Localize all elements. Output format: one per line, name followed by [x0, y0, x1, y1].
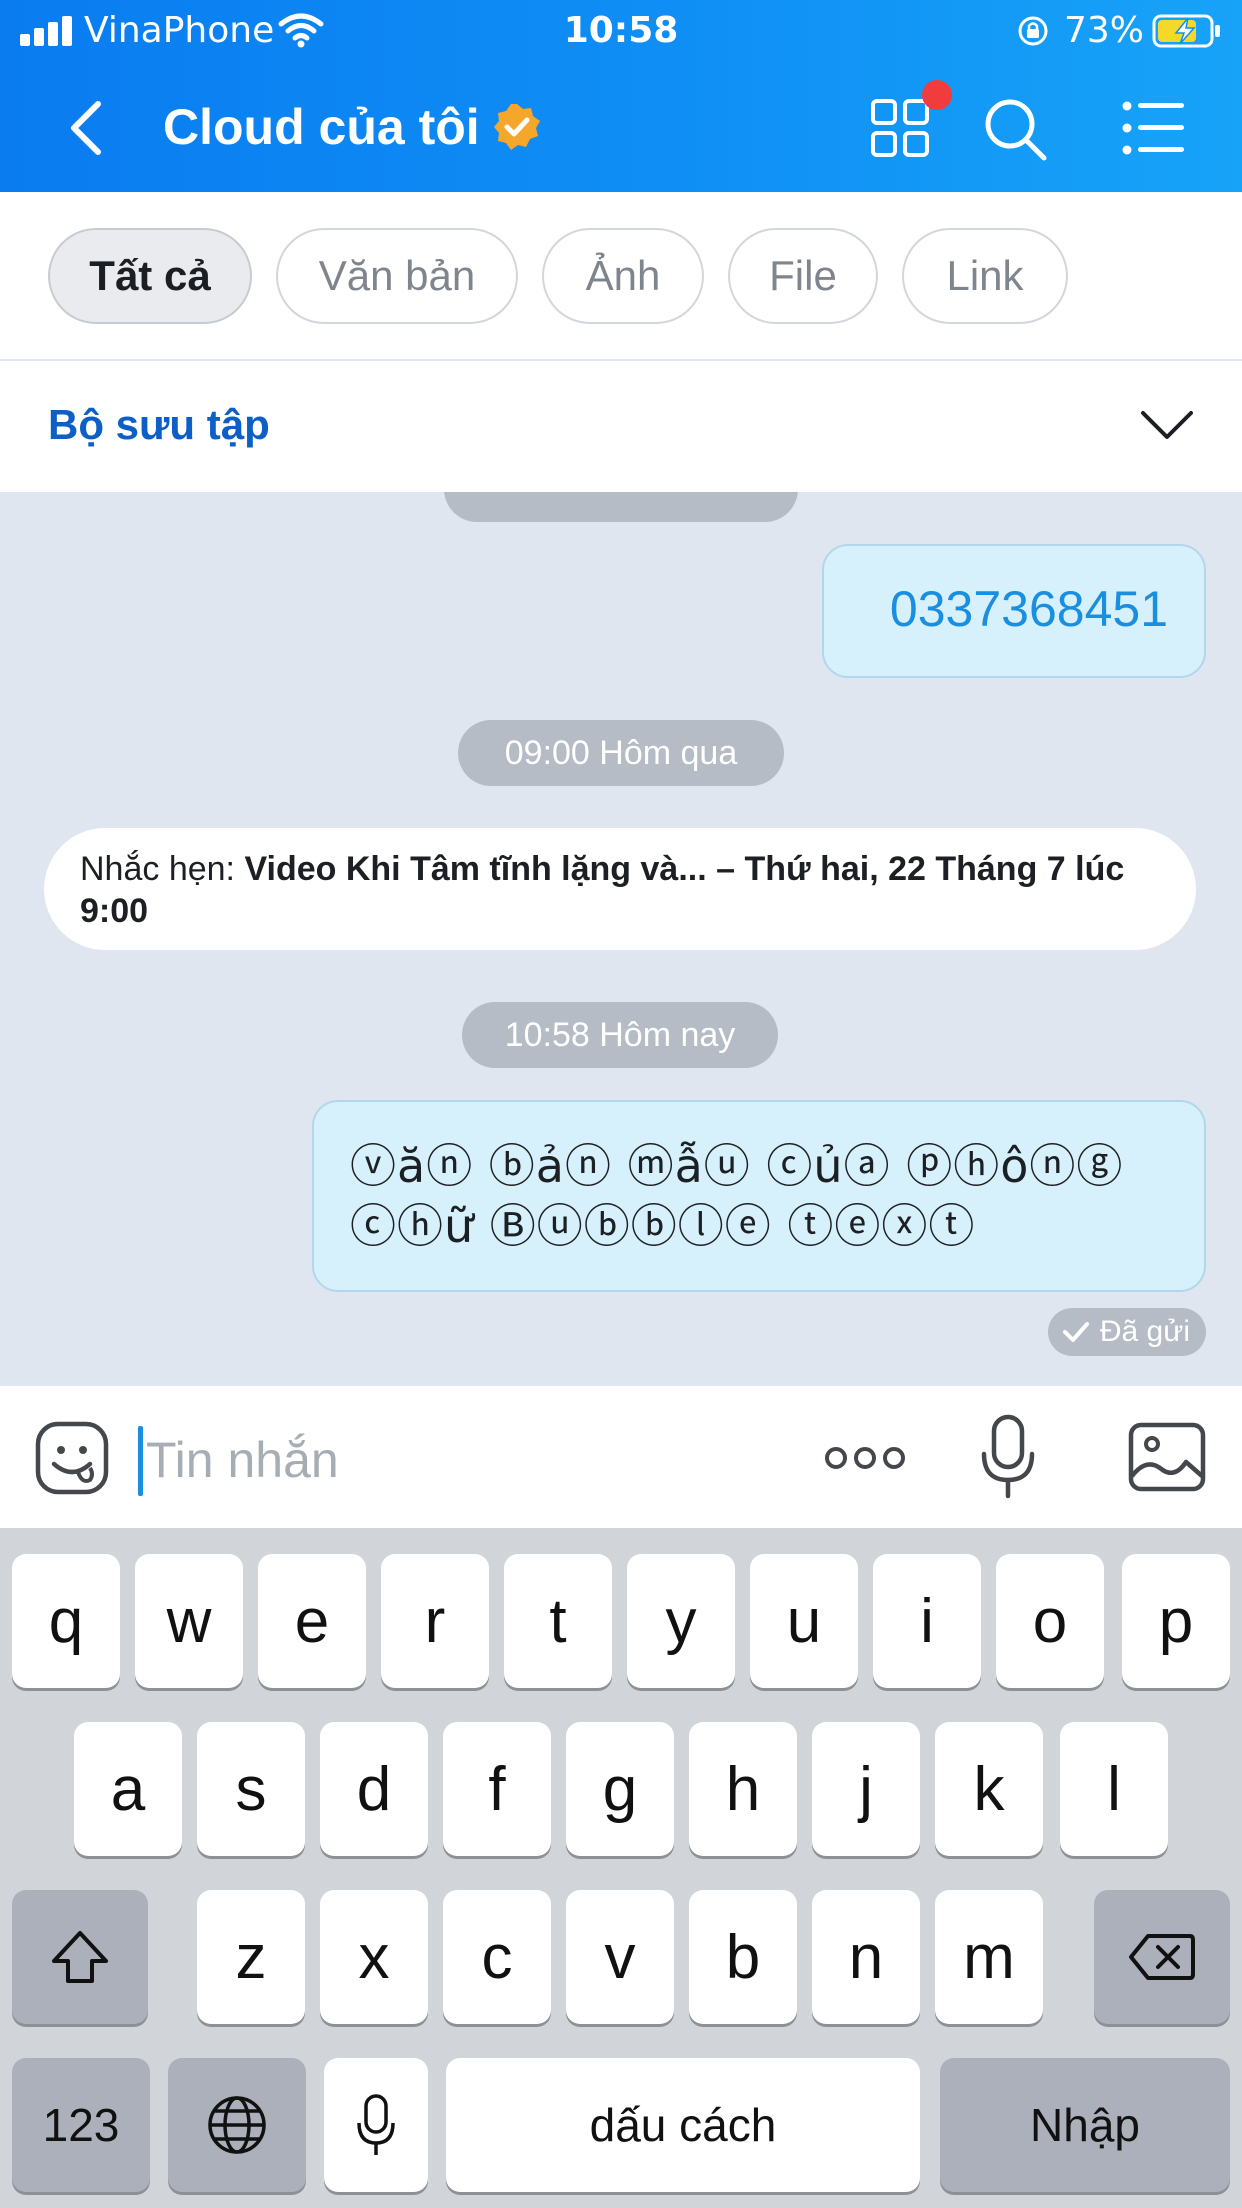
sent-status-badge: Đã gửi [1047, 1308, 1206, 1356]
image-icon[interactable] [1128, 1422, 1206, 1492]
filter-chip-text[interactable]: Văn bản [276, 228, 518, 324]
sent-status-label: Đã gửi [1099, 1315, 1190, 1348]
chevron-down-icon[interactable] [1140, 405, 1194, 445]
key-r[interactable]: r [381, 1554, 489, 1688]
key-i[interactable]: i [873, 1554, 981, 1688]
microphone-icon [357, 2094, 395, 2155]
more-options-icon[interactable] [824, 1440, 906, 1476]
key-u[interactable]: u [750, 1554, 858, 1688]
backspace-icon [1129, 1934, 1195, 1980]
rotation-lock-icon [1018, 16, 1048, 46]
back-arrow-icon[interactable] [62, 98, 112, 158]
keyboard: q w e r t y u i o p a s d f g h j k l z … [0, 1528, 1242, 2208]
phone-number-link[interactable]: 0337368451 [890, 580, 1168, 638]
header: VinaPhone 10:58 73% Cloud của tôi [0, 0, 1242, 192]
date-pill-partial [444, 492, 798, 522]
key-t[interactable]: t [504, 1554, 612, 1688]
key-n[interactable]: n [812, 1890, 920, 2024]
search-icon[interactable] [982, 96, 1048, 162]
navbar: Cloud của tôi [0, 62, 1242, 192]
key-a[interactable]: a [74, 1722, 182, 1856]
key-z[interactable]: z [197, 1890, 305, 2024]
globe-key[interactable] [168, 2058, 306, 2192]
clock: 10:58 [563, 10, 679, 51]
reminder-prefix: Nhắc hẹn: [80, 850, 245, 888]
numbers-key[interactable]: 123 [12, 2058, 150, 2192]
collection-row[interactable]: Bộ sưu tập [0, 361, 1242, 492]
chat-area[interactable]: 0337368451 09:00 Hôm qua Nhắc hẹn: Video… [0, 492, 1242, 1386]
key-c[interactable]: c [443, 1890, 551, 2024]
space-key[interactable]: dấu cách [446, 2058, 920, 2192]
shift-arrow-icon [52, 1931, 108, 1983]
key-p[interactable]: p [1122, 1554, 1230, 1688]
collection-label: Bộ sưu tập [48, 401, 270, 448]
notification-dot [922, 80, 952, 110]
shift-key[interactable] [12, 1890, 148, 2024]
status-bar: VinaPhone 10:58 73% [0, 0, 1242, 62]
battery-icon [1152, 14, 1220, 48]
key-h[interactable]: h [689, 1722, 797, 1856]
time-pill-yesterday: 09:00 Hôm qua [458, 720, 784, 786]
filter-chip-photo[interactable]: Ảnh [542, 228, 704, 324]
key-f[interactable]: f [443, 1722, 551, 1856]
message-input[interactable] [146, 1422, 746, 1498]
check-icon [1062, 1322, 1089, 1342]
key-y[interactable]: y [627, 1554, 735, 1688]
message-bubble-phone[interactable]: 0337368451 [822, 544, 1206, 678]
filter-chip-link[interactable]: Link [902, 228, 1068, 324]
reminder-card[interactable]: Nhắc hẹn: Video Khi Tâm tĩnh lặng và... … [44, 828, 1196, 950]
message-text: ⓥăⓝ ⓑảⓝ ⓜẫⓤ ⓒủⓐ ⓟⓗôⓝⓖ ⓒⓗữ Ⓑⓤⓑⓑⓛⓔ ⓣⓔⓧⓣ [350, 1139, 1124, 1253]
globe-icon [208, 2096, 266, 2154]
page-title: Cloud của tôi [163, 99, 480, 155]
filter-bar: Tất cả Văn bản Ảnh File Link [0, 192, 1242, 360]
key-g[interactable]: g [566, 1722, 674, 1856]
verified-badge-icon [494, 104, 540, 150]
key-d[interactable]: d [320, 1722, 428, 1856]
app-root: VinaPhone 10:58 73% Cloud của tôi Tất cả… [0, 0, 1242, 2208]
key-j[interactable]: j [812, 1722, 920, 1856]
key-s[interactable]: s [197, 1722, 305, 1856]
backspace-key[interactable] [1094, 1890, 1230, 2024]
filter-chip-file[interactable]: File [728, 228, 878, 324]
key-b[interactable]: b [689, 1890, 797, 2024]
key-e[interactable]: e [258, 1554, 366, 1688]
message-bubble-fancy-text[interactable]: ⓥăⓝ ⓑảⓝ ⓜẫⓤ ⓒủⓐ ⓟⓗôⓝⓖ ⓒⓗữ Ⓑⓤⓑⓑⓛⓔ ⓣⓔⓧⓣ [312, 1100, 1206, 1292]
battery-percent: 73% [1063, 10, 1144, 51]
return-key[interactable]: Nhập [940, 2058, 1230, 2192]
microphone-icon[interactable] [980, 1414, 1036, 1500]
composer-bar [0, 1386, 1242, 1528]
list-menu-icon[interactable] [1122, 100, 1184, 156]
filter-chip-all[interactable]: Tất cả [48, 228, 252, 324]
key-q[interactable]: q [12, 1554, 120, 1688]
key-o[interactable]: o [996, 1554, 1104, 1688]
apps-grid-icon[interactable] [870, 98, 930, 158]
key-w[interactable]: w [135, 1554, 243, 1688]
sticker-emoji-icon[interactable] [34, 1420, 110, 1496]
key-l[interactable]: l [1060, 1722, 1168, 1856]
dictation-key[interactable] [324, 2058, 428, 2192]
time-pill-today: 10:58 Hôm nay [462, 1002, 778, 1068]
key-k[interactable]: k [935, 1722, 1043, 1856]
key-m[interactable]: m [935, 1890, 1043, 2024]
key-x[interactable]: x [320, 1890, 428, 2024]
text-cursor [138, 1426, 143, 1496]
key-v[interactable]: v [566, 1890, 674, 2024]
